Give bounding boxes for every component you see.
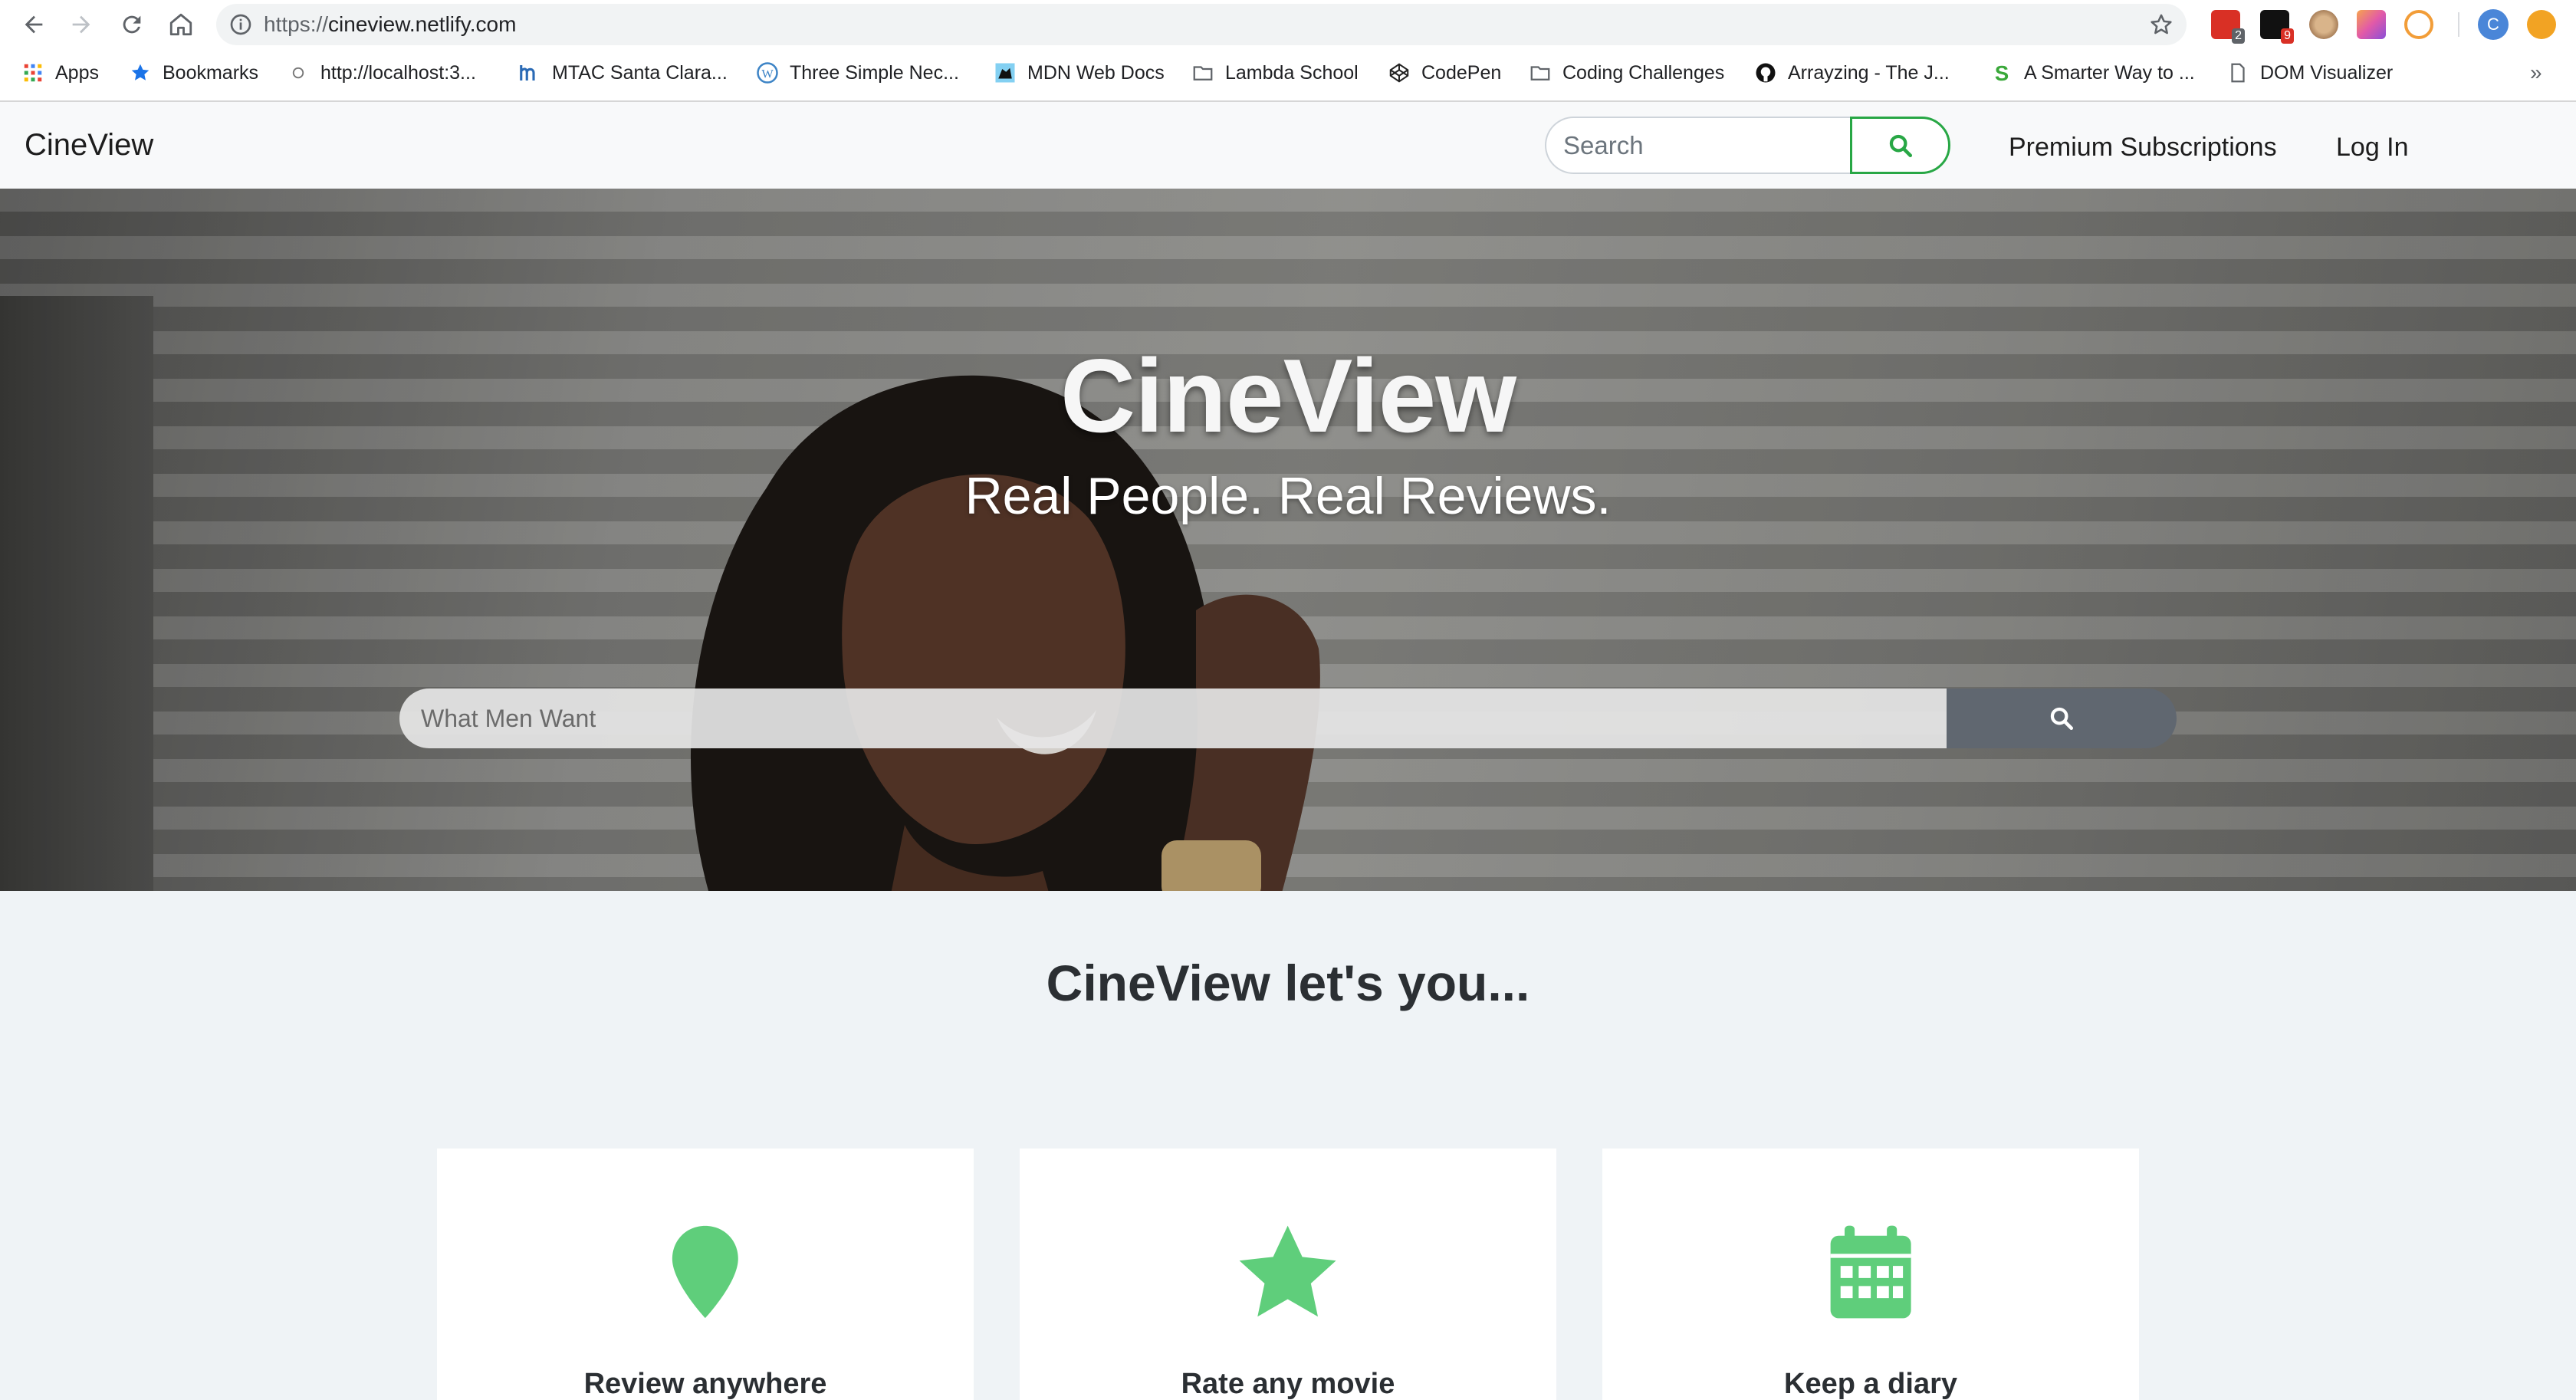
bookmark-label: DOM Visualizer — [2260, 61, 2394, 84]
hero-subtitle: Real People. Real Reviews. — [964, 467, 1612, 525]
wordpress-icon: W — [756, 61, 779, 84]
search-icon — [1889, 134, 1912, 157]
folder-icon — [1191, 61, 1214, 84]
info-icon[interactable] — [228, 12, 253, 37]
page-icon — [2226, 61, 2249, 84]
movie-search-input[interactable] — [399, 688, 1948, 748]
profile-initial: C — [2487, 15, 2499, 34]
forward-arrow-icon — [72, 15, 90, 34]
ext-cookie-icon[interactable] — [2309, 10, 2338, 39]
bookmark-coding-challenges[interactable]: Coding Challenges — [1529, 55, 1724, 90]
folder-icon — [1529, 61, 1552, 84]
browser-toolbar: https://cineview.netlify.com 2 9 C — [0, 0, 2576, 49]
ext-honey-icon[interactable] — [2527, 10, 2556, 39]
url-text: https://cineview.netlify.com — [264, 12, 517, 36]
movie-search-button[interactable] — [1947, 688, 2177, 748]
search-icon — [2050, 707, 2074, 731]
bookmark-localhost[interactable]: http://localhost:3... — [287, 55, 476, 90]
bookmark-label: CodePen — [1421, 61, 1502, 84]
ext-gradient-icon[interactable] — [2357, 10, 2386, 39]
bookmark-label: Arrayzing - The J... — [1788, 61, 1950, 84]
address-bar[interactable]: https://cineview.netlify.com — [216, 4, 2187, 45]
browser-chrome: https://cineview.netlify.com 2 9 C Apps … — [0, 0, 2576, 102]
profile-avatar[interactable]: C — [2478, 9, 2509, 40]
hero-title: CineView — [1060, 337, 1516, 454]
bookmark-codepen[interactable]: CodePen — [1388, 55, 1501, 90]
bookmark-label: http://localhost:3... — [320, 61, 476, 84]
hero-overlay — [0, 189, 2576, 891]
ext-todoist-icon[interactable]: 2 — [2211, 10, 2245, 44]
bookmark-label: MDN Web Docs — [1027, 61, 1165, 84]
feature-card-rate: Rate any movie — [1020, 1149, 1556, 1400]
bookmark-mtac[interactable]: MTAC Santa Clara... — [518, 55, 728, 90]
feature-card-title: Rate any movie — [1181, 1368, 1395, 1400]
github-icon — [1754, 61, 1777, 84]
bookmark-label: Apps — [55, 61, 99, 84]
ext-badge: 2 — [2232, 28, 2245, 44]
bookmarks-bar: Apps Bookmarks http://localhost:3... MTA… — [0, 55, 2576, 90]
apps-grid-icon — [21, 61, 44, 84]
login-link[interactable]: Log In — [2336, 133, 2409, 163]
star-icon — [129, 61, 152, 84]
bookmark-label: A Smarter Way to ... — [2024, 61, 2195, 84]
feature-card-title: Review anywhere — [583, 1368, 827, 1400]
svg-text:W: W — [761, 67, 774, 81]
back-button[interactable] — [17, 8, 51, 41]
ext-badge: 9 — [2281, 28, 2294, 44]
bookmark-three-simple[interactable]: W Three Simple Nec... — [756, 55, 959, 90]
bookmark-lambda[interactable]: Lambda School — [1191, 55, 1359, 90]
bookmark-bookmarks[interactable]: Bookmarks — [129, 55, 258, 90]
bookmarks-overflow-button[interactable]: » — [2530, 55, 2542, 90]
mtac-logo-icon — [518, 61, 541, 84]
reload-button[interactable] — [115, 8, 149, 41]
bookmark-label: Bookmarks — [163, 61, 259, 84]
home-icon — [169, 13, 192, 36]
svg-text:S: S — [1995, 61, 2009, 84]
calendar-icon — [1830, 1225, 1911, 1319]
bookmark-dom-visualizer[interactable]: DOM Visualizer — [2226, 55, 2393, 90]
globe-icon — [287, 61, 310, 84]
ext-swirl-icon[interactable] — [2404, 10, 2433, 39]
bookmark-label: MTAC Santa Clara... — [552, 61, 728, 84]
s-logo-icon: S — [1990, 61, 2013, 84]
hero-banner: CineView Real People. Real Reviews. — [0, 189, 2576, 891]
bookmark-smarter-way[interactable]: S A Smarter Way to ... — [1990, 55, 2195, 90]
toolbar-separator — [2458, 12, 2459, 37]
bookmark-star-icon[interactable] — [2148, 12, 2174, 38]
bookmark-label: Lambda School — [1225, 61, 1359, 84]
header-search-form — [1545, 117, 1950, 174]
header-search-input[interactable] — [1545, 117, 1852, 174]
back-arrow-icon — [25, 15, 43, 34]
bookmark-apps[interactable]: Apps — [21, 55, 99, 90]
feature-card-diary: Keep a diary — [1602, 1149, 2139, 1400]
brand-logo[interactable]: CineView — [25, 128, 153, 163]
hero-search-form — [399, 688, 2177, 748]
codepen-icon — [1388, 61, 1411, 84]
bookmark-label: Coding Challenges — [1562, 61, 1725, 84]
header-search-button[interactable] — [1850, 117, 1950, 174]
bookmark-arrayzing[interactable]: Arrayzing - The J... — [1754, 55, 1950, 90]
map-marker-icon — [672, 1225, 738, 1319]
feature-card-review: Review anywhere — [437, 1149, 974, 1400]
premium-subscriptions-link[interactable]: Premium Subscriptions — [2009, 133, 2277, 163]
bookmark-mdn[interactable]: MDN Web Docs — [994, 55, 1165, 90]
reload-icon — [123, 15, 141, 34]
star-icon — [1240, 1225, 1336, 1317]
home-button[interactable] — [164, 8, 198, 41]
site-navbar: CineView Premium Subscriptions Log In — [0, 102, 2576, 189]
feature-card-title: Keep a diary — [1784, 1368, 1957, 1400]
bookmark-label: Three Simple Nec... — [790, 61, 959, 84]
ext-amazon-icon[interactable]: 9 — [2260, 10, 2294, 44]
features-heading: CineView let's you... — [1046, 955, 1530, 1011]
mdn-dino-icon — [994, 61, 1017, 84]
forward-button[interactable] — [64, 8, 98, 41]
